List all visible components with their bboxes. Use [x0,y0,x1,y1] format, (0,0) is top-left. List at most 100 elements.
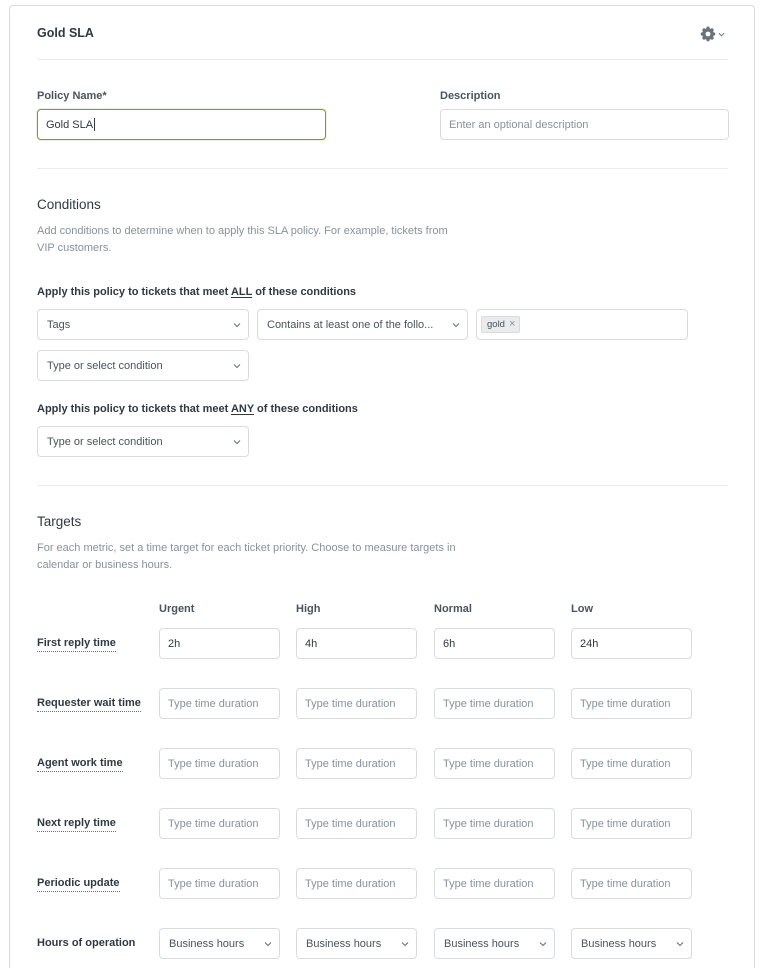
targets-title: Targets [37,514,82,529]
hours-select-low[interactable]: Business hours [571,928,692,959]
input-placeholder: Type time duration [443,757,534,770]
any-conditions-suffix: of these conditions [254,403,358,415]
condition-field-value: Tags [47,318,71,331]
input-placeholder: Type time duration [443,817,534,830]
input-placeholder: Type time duration [305,817,396,830]
input-placeholder: Type time duration [580,877,671,890]
hours-select-value: Business hours [169,937,245,950]
divider [37,59,728,60]
description-placeholder: Enter an optional description [449,118,589,131]
priority-header-high: High [296,603,321,615]
input-placeholder: Type time duration [168,877,259,890]
close-icon[interactable]: × [509,319,515,330]
target-input-requester-wait-urgent[interactable]: Type time duration [159,688,280,719]
hours-select-normal[interactable]: Business hours [434,928,555,959]
targets-help: For each metric, set a time target for e… [37,542,456,571]
priority-header-urgent: Urgent [159,603,195,615]
all-keyword: ALL [230,286,253,298]
target-input-periodic-update-low[interactable]: Type time duration [571,868,692,899]
metric-label-agent-work[interactable]: Agent work time [37,756,123,772]
target-input-next-reply-normal[interactable]: Type time duration [434,808,555,839]
target-input-first-reply-low[interactable]: 24h [571,628,692,659]
text-cursor [94,118,96,131]
input-placeholder: Type time duration [443,877,534,890]
target-input-periodic-update-urgent[interactable]: Type time duration [159,868,280,899]
input-placeholder: Type time duration [580,817,671,830]
add-all-condition-select[interactable]: Type or select condition [37,350,249,381]
priority-header-low: Low [571,603,593,615]
condition-tags-input[interactable]: gold × [476,309,688,340]
input-placeholder: Type time duration [305,757,396,770]
target-input-requester-wait-low[interactable]: Type time duration [571,688,692,719]
input-placeholder: Type time duration [305,697,396,710]
hours-select-value: Business hours [581,937,657,950]
target-input-next-reply-low[interactable]: Type time duration [571,808,692,839]
target-input-agent-work-urgent[interactable]: Type time duration [159,748,280,779]
chevron-down-icon [233,440,241,445]
any-conditions-heading: Apply this policy to tickets that meet A… [37,403,358,415]
any-conditions-prefix: Apply this policy to tickets that meet [37,403,231,415]
chevron-down-icon [676,942,684,947]
sla-policy-panel: Gold SLA Policy Name* Gold SLA Descripti… [9,5,755,968]
target-input-periodic-update-normal[interactable]: Type time duration [434,868,555,899]
description-input[interactable]: Enter an optional description [440,109,729,140]
add-any-condition-placeholder: Type or select condition [47,435,163,448]
condition-operator-value: Contains at least one of the follo... [267,318,434,331]
conditions-help: Add conditions to determine when to appl… [37,225,448,254]
divider [37,168,728,169]
description-label: Description [440,90,501,102]
target-input-first-reply-high[interactable]: 4h [296,628,417,659]
chevron-down-icon [233,323,241,328]
condition-operator-select[interactable]: Contains at least one of the follo... [257,309,468,340]
gear-icon [700,26,716,42]
chevron-down-icon [539,942,547,947]
add-any-condition-select[interactable]: Type or select condition [37,426,249,457]
target-input-agent-work-low[interactable]: Type time duration [571,748,692,779]
chevron-down-icon [401,942,409,947]
conditions-title: Conditions [37,197,101,212]
target-input-agent-work-high[interactable]: Type time duration [296,748,417,779]
target-input-requester-wait-high[interactable]: Type time duration [296,688,417,719]
settings-menu-button[interactable] [700,24,730,44]
metric-label-periodic-update[interactable]: Periodic update [37,876,120,892]
input-placeholder: Type time duration [580,757,671,770]
input-placeholder: Type time duration [305,877,396,890]
target-input-requester-wait-normal[interactable]: Type time duration [434,688,555,719]
policy-header-title: Gold SLA [37,26,94,40]
target-input-agent-work-normal[interactable]: Type time duration [434,748,555,779]
metric-label-next-reply[interactable]: Next reply time [37,816,116,832]
condition-field-select[interactable]: Tags [37,309,249,340]
hours-select-value: Business hours [444,937,520,950]
tag-chip-label: gold [487,319,505,330]
target-input-periodic-update-high[interactable]: Type time duration [296,868,417,899]
hours-select-high[interactable]: Business hours [296,928,417,959]
chevron-down-icon [718,31,725,38]
policy-name-label: Policy Name* [37,90,107,102]
target-input-next-reply-high[interactable]: Type time duration [296,808,417,839]
metric-label-requester-wait[interactable]: Requester wait time [37,696,141,712]
chevron-down-icon [264,942,272,947]
target-input-first-reply-urgent[interactable]: 2h [159,628,280,659]
all-conditions-suffix: of these conditions [252,286,357,298]
target-input-next-reply-urgent[interactable]: Type time duration [159,808,280,839]
input-placeholder: Type time duration [168,757,259,770]
hours-select-value: Business hours [306,937,382,950]
policy-name-input[interactable]: Gold SLA [37,109,326,140]
input-placeholder: Type time duration [580,697,671,710]
any-keyword: ANY [230,403,254,415]
divider [37,485,728,486]
chevron-down-icon [233,364,241,369]
input-placeholder: Type time duration [168,817,259,830]
tag-chip: gold × [481,316,521,333]
hours-of-operation-label: Hours of operation [37,937,136,949]
hours-select-urgent[interactable]: Business hours [159,928,280,959]
input-placeholder: Type time duration [168,697,259,710]
chevron-down-icon [452,323,460,328]
input-placeholder: Type time duration [443,697,534,710]
policy-name-value: Gold SLA [46,118,94,131]
add-all-condition-placeholder: Type or select condition [47,359,163,372]
priority-header-normal: Normal [434,603,472,615]
all-conditions-heading: Apply this policy to tickets that meet A… [37,286,356,298]
target-input-first-reply-normal[interactable]: 6h [434,628,555,659]
metric-label-first-reply[interactable]: First reply time [37,636,116,652]
